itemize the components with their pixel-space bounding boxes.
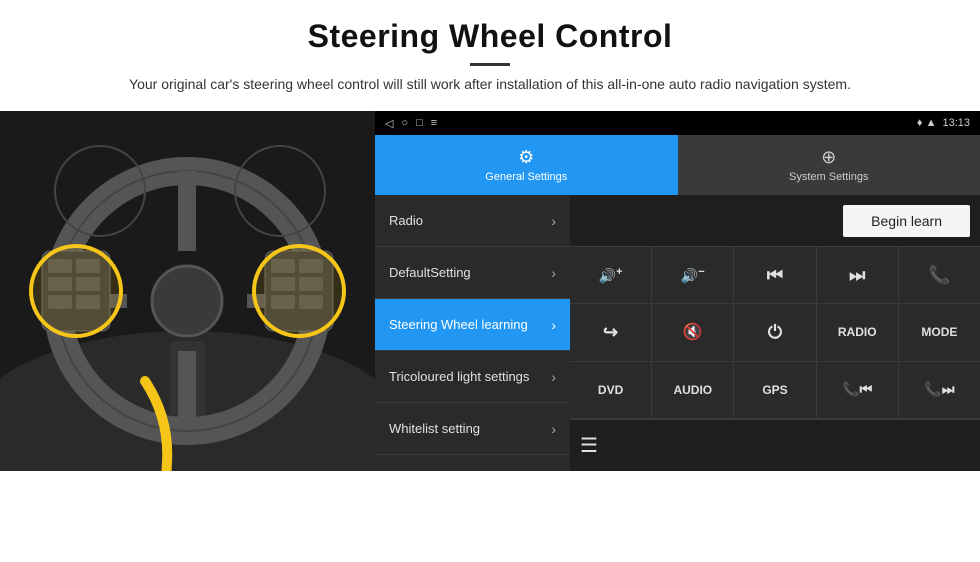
vol-up-button[interactable]: 🔊+ — [570, 247, 652, 303]
signal-icon: ♦ ▲ — [917, 117, 937, 129]
tab-bar: ⚙ General Settings ⊕ System Settings — [375, 135, 980, 195]
mute-button[interactable]: 🔇 — [652, 304, 734, 360]
chevron-right-icon: › — [551, 213, 556, 229]
menu-item-tricoloured[interactable]: Tricoloured light settings › — [375, 351, 570, 403]
tel-prev-button[interactable]: 📞⏮ — [817, 362, 899, 418]
controls-row-2: ↪ 🔇 ⏻ RADIO MODE — [570, 304, 980, 361]
list-icon: ☰ — [580, 433, 598, 458]
recents-icon: □ — [416, 117, 423, 129]
next-track-button[interactable]: ⏭ — [817, 247, 899, 303]
menu-item-radio[interactable]: Radio › — [375, 195, 570, 247]
dvd-button[interactable]: DVD — [570, 362, 652, 418]
menu-icon: ≡ — [431, 117, 437, 129]
main-content: ◁ ○ □ ≡ ♦ ▲ 13:13 ⚙ General Settings ⊕ S… — [0, 111, 980, 471]
power-icon: ⏻ — [768, 322, 782, 343]
menu-item-default-label: DefaultSetting — [389, 265, 551, 281]
power-button[interactable]: ⏻ — [734, 304, 816, 360]
vol-down-button[interactable]: 🔊− — [652, 247, 734, 303]
phone-button[interactable]: 📞 — [899, 247, 980, 303]
gear-icon: ⚙ — [518, 147, 534, 168]
car-background — [0, 111, 375, 471]
title-divider — [470, 63, 510, 66]
controls-row-3: DVD AUDIO GPS 📞⏮ 📞⏭ — [570, 362, 980, 419]
prev-track-button[interactable]: ⏮ — [734, 247, 816, 303]
audio-label: AUDIO — [673, 383, 712, 397]
begin-learn-button[interactable]: Begin learn — [843, 205, 970, 237]
vol-up-icon: 🔊+ — [599, 266, 623, 285]
chevron-right-icon: › — [551, 421, 556, 437]
begin-learn-row: Begin learn — [570, 195, 980, 247]
page-subtitle: Your original car's steering wheel contr… — [100, 74, 880, 95]
chevron-right-icon: › — [551, 317, 556, 333]
car-image-section — [0, 111, 375, 471]
gps-label: GPS — [762, 383, 787, 397]
menu-item-steering-label: Steering Wheel learning — [389, 317, 551, 333]
list-icon-row: ☰ — [570, 419, 980, 471]
home-icon: ○ — [401, 117, 408, 129]
menu-item-default[interactable]: DefaultSetting › — [375, 247, 570, 299]
android-ui: ◁ ○ □ ≡ ♦ ▲ 13:13 ⚙ General Settings ⊕ S… — [375, 111, 980, 471]
chevron-right-icon: › — [551, 369, 556, 385]
page-title: Steering Wheel Control — [60, 18, 920, 55]
right-panel: Begin learn 🔊+ 🔊− ⏮ — [570, 195, 980, 471]
menu-item-tricoloured-label: Tricoloured light settings — [389, 369, 551, 385]
radio-mode-button[interactable]: RADIO — [817, 304, 899, 360]
status-nav-icons: ◁ ○ □ ≡ — [385, 117, 437, 130]
vol-down-icon: 🔊− — [681, 266, 705, 285]
status-bar: ◁ ○ □ ≡ ♦ ▲ 13:13 — [375, 111, 980, 135]
android-main: Radio › DefaultSetting › Steering Wheel … — [375, 195, 980, 471]
top-section: Steering Wheel Control Your original car… — [0, 0, 980, 107]
mode-label: MODE — [921, 325, 957, 339]
menu-item-whitelist-label: Whitelist setting — [389, 421, 551, 437]
controls-row-1: 🔊+ 🔊− ⏮ ⏭ 📞 — [570, 247, 980, 304]
back-icon: ◁ — [385, 117, 393, 130]
radio-label: RADIO — [838, 325, 877, 339]
tel-prev-icon: 📞⏮ — [842, 381, 872, 398]
menu-item-whitelist[interactable]: Whitelist setting › — [375, 403, 570, 455]
system-icon: ⊕ — [821, 147, 836, 168]
controls-grid: 🔊+ 🔊− ⏮ ⏭ 📞 — [570, 247, 980, 419]
gps-button[interactable]: GPS — [734, 362, 816, 418]
tab-general-label: General Settings — [485, 171, 567, 183]
clock: 13:13 — [942, 117, 970, 129]
audio-button[interactable]: AUDIO — [652, 362, 734, 418]
tel-next-button[interactable]: 📞⏭ — [899, 362, 980, 418]
left-menu: Radio › DefaultSetting › Steering Wheel … — [375, 195, 570, 471]
tab-system-label: System Settings — [789, 171, 868, 183]
tab-general[interactable]: ⚙ General Settings — [375, 135, 678, 195]
prev-track-icon: ⏮ — [767, 265, 783, 286]
hangup-button[interactable]: ↪ — [570, 304, 652, 360]
status-right-icons: ♦ ▲ 13:13 — [917, 117, 970, 129]
tel-next-icon: 📞⏭ — [924, 381, 954, 398]
dvd-label: DVD — [598, 383, 623, 397]
menu-item-radio-label: Radio — [389, 213, 551, 229]
mode-button[interactable]: MODE — [899, 304, 980, 360]
tab-system[interactable]: ⊕ System Settings — [678, 135, 980, 195]
next-track-icon: ⏭ — [849, 265, 865, 286]
phone-icon: 📞 — [928, 265, 950, 286]
hangup-icon: ↪ — [603, 322, 618, 343]
chevron-right-icon: › — [551, 265, 556, 281]
mute-icon: 🔇 — [683, 322, 703, 342]
menu-item-steering[interactable]: Steering Wheel learning › — [375, 299, 570, 351]
